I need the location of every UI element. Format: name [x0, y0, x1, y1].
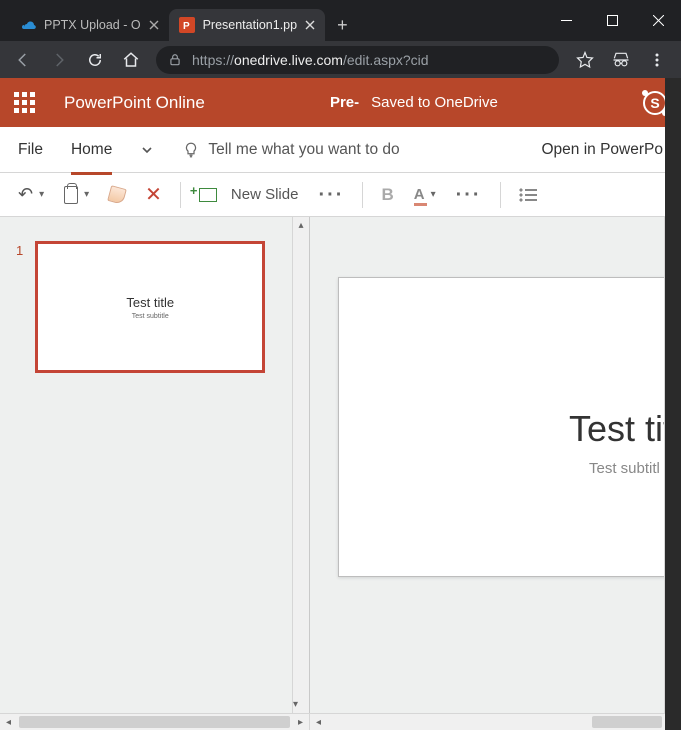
thumbnail-scrollbar-horizontal[interactable]: ◂ ▸	[0, 714, 310, 730]
app-launcher-icon[interactable]	[14, 92, 36, 114]
browser-tab-0[interactable]: PPTX Upload - O	[10, 9, 169, 41]
thumb-title: Test title	[126, 295, 174, 310]
document-title[interactable]: Pre-	[330, 94, 359, 111]
chevron-down-icon[interactable]	[140, 143, 154, 157]
bold-button[interactable]: B	[375, 180, 399, 210]
thumb-subtitle: Test subtitle	[132, 313, 169, 320]
back-button[interactable]	[6, 45, 40, 75]
app-header: PowerPoint Online Pre- Saved to OneDrive…	[0, 78, 681, 127]
close-icon[interactable]	[149, 20, 159, 30]
ribbon-tabs: File Home Tell me what you want to do Op…	[0, 127, 681, 173]
scroll-left-icon[interactable]: ◂	[0, 714, 17, 731]
slide-canvas-pane[interactable]: Test tit Test subtitl ▴ ▾	[310, 217, 681, 713]
bookmark-button[interactable]	[567, 45, 603, 75]
clipboard-icon	[64, 186, 78, 204]
paste-button[interactable]: ▾	[58, 180, 95, 210]
maximize-button[interactable]	[589, 0, 635, 41]
browser-scrollbar-vertical[interactable]	[665, 78, 681, 730]
svg-text:P: P	[183, 21, 190, 32]
scroll-thumb[interactable]	[19, 716, 290, 728]
tell-me-search[interactable]: Tell me what you want to do	[182, 141, 399, 159]
tell-me-label: Tell me what you want to do	[208, 141, 399, 159]
slide-number: 1	[16, 241, 23, 373]
new-tab-button[interactable]: +	[325, 9, 360, 41]
more-font-options[interactable]: ···	[450, 180, 488, 210]
more-slide-options[interactable]: ···	[312, 180, 350, 210]
tab-strip: PPTX Upload - O P Presentation1.pp +	[0, 0, 543, 41]
new-slide-icon	[199, 188, 217, 202]
thumbnail-scrollbar-vertical[interactable]: ▴ ▾	[292, 217, 309, 713]
slide-thumbnail-1[interactable]: 1 Test title Test subtitle	[16, 241, 293, 373]
browser-tab-1[interactable]: P Presentation1.pp	[169, 9, 326, 41]
ellipsis-icon: ···	[456, 185, 482, 205]
canvas-scrollbar-horizontal[interactable]: ◂ ▸	[310, 714, 681, 730]
separator	[180, 182, 181, 208]
powerpoint-icon: P	[179, 17, 195, 33]
browser-menu-button[interactable]	[639, 45, 675, 75]
minimize-button[interactable]	[543, 0, 589, 41]
paint-icon	[107, 185, 127, 205]
skype-icon[interactable]: S	[643, 91, 667, 115]
slide-canvas[interactable]: Test tit Test subtitl	[338, 277, 681, 577]
scroll-down-icon[interactable]: ▾	[293, 696, 298, 713]
window-controls	[543, 0, 681, 41]
thumbnail-pane[interactable]: 1 Test title Test subtitle ▴ ▾	[0, 217, 310, 713]
reload-button[interactable]	[78, 45, 112, 75]
onedrive-icon	[20, 17, 36, 33]
lock-icon	[168, 53, 182, 67]
save-status: Saved to OneDrive	[371, 94, 498, 111]
font-color-icon: A	[414, 186, 425, 203]
chevron-down-icon[interactable]: ▾	[431, 189, 436, 200]
undo-icon: ↶	[18, 184, 33, 205]
format-painter-button[interactable]	[103, 180, 131, 210]
tab-file[interactable]: File	[18, 135, 43, 165]
new-slide-label: New Slide	[231, 186, 299, 203]
home-button[interactable]	[114, 45, 148, 75]
bulb-icon	[182, 141, 200, 159]
bullets-button[interactable]	[513, 180, 543, 210]
close-window-button[interactable]	[635, 0, 681, 41]
separator	[362, 182, 363, 208]
delete-button[interactable]: ✕	[139, 180, 168, 210]
scroll-right-icon[interactable]: ▸	[292, 714, 309, 731]
scroll-left-icon[interactable]: ◂	[310, 714, 327, 731]
font-color-button[interactable]: A▾	[408, 180, 442, 210]
address-field[interactable]: https://onedrive.live.com/edit.aspx?cid	[156, 46, 559, 74]
url-text: https://onedrive.live.com/edit.aspx?cid	[192, 52, 429, 68]
scroll-up-icon[interactable]: ▴	[293, 217, 309, 234]
tab-label: PPTX Upload - O	[44, 18, 141, 32]
forward-button[interactable]	[42, 45, 76, 75]
x-icon: ✕	[145, 182, 162, 207]
url-bar: https://onedrive.live.com/edit.aspx?cid	[0, 41, 681, 78]
app-name[interactable]: PowerPoint Online	[64, 93, 205, 113]
horizontal-scrollbars: ◂ ▸ ◂ ▸	[0, 713, 681, 730]
ellipsis-icon: ···	[318, 185, 344, 205]
bullets-icon	[519, 188, 537, 202]
open-in-desktop-button[interactable]: Open in PowerPo	[542, 141, 664, 159]
incognito-icon[interactable]	[603, 45, 639, 75]
close-icon[interactable]	[305, 20, 315, 30]
workspace: 1 Test title Test subtitle ▴ ▾ Test tit …	[0, 217, 681, 713]
thumbnail-preview[interactable]: Test title Test subtitle	[35, 241, 265, 373]
chevron-down-icon[interactable]: ▾	[39, 189, 44, 200]
chevron-down-icon[interactable]: ▾	[84, 189, 89, 200]
separator	[500, 182, 501, 208]
tab-home[interactable]: Home	[71, 135, 112, 165]
new-slide-button[interactable]: New Slide	[193, 180, 305, 210]
ribbon-toolbar: ↶▾ ▾ ✕ New Slide ··· B A▾ ···	[0, 173, 681, 217]
undo-button[interactable]: ↶▾	[12, 180, 50, 210]
tab-label: Presentation1.pp	[203, 18, 298, 32]
scroll-thumb[interactable]	[592, 716, 662, 728]
window-titlebar: PPTX Upload - O P Presentation1.pp +	[0, 0, 681, 41]
